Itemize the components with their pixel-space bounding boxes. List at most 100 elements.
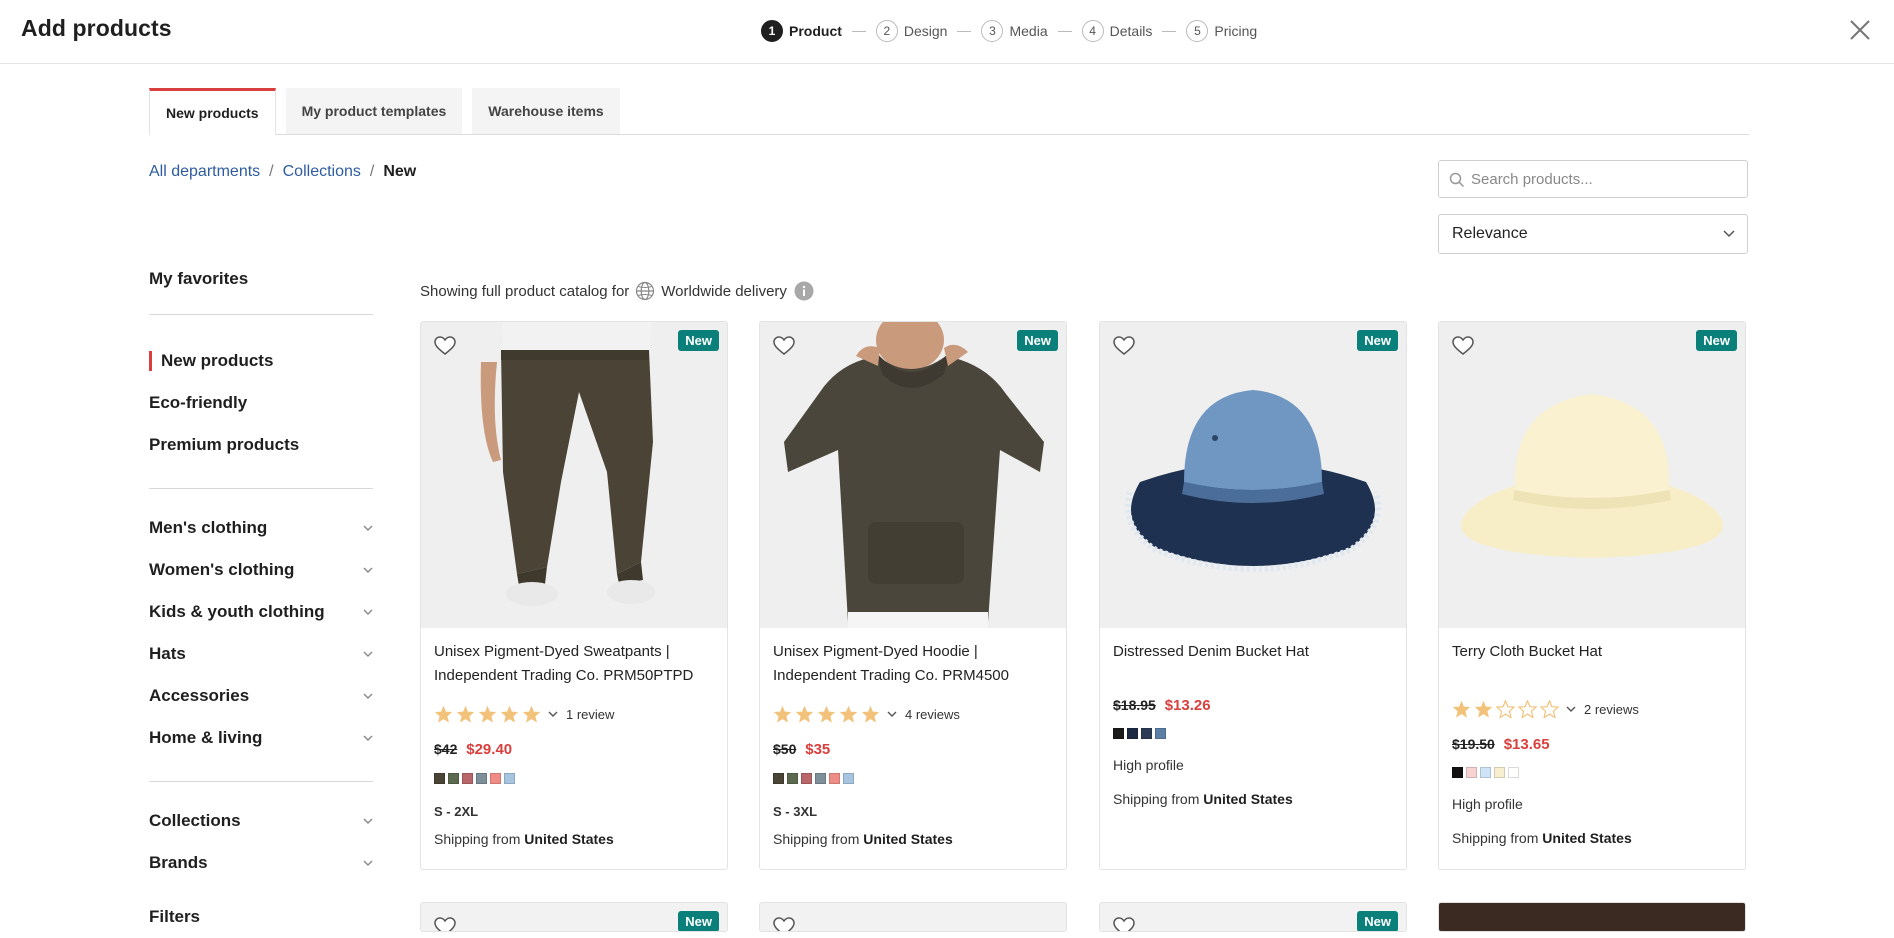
step-divider bbox=[1162, 30, 1177, 32]
sort-selected-value: Relevance bbox=[1452, 225, 1528, 242]
star-icon bbox=[522, 705, 541, 723]
product-image[interactable]: New bbox=[1439, 322, 1745, 628]
color-swatch[interactable] bbox=[448, 773, 459, 784]
sidebar-category-womens-clothing[interactable]: Women's clothing bbox=[149, 549, 373, 591]
product-card[interactable]: New Unisex Pigment-Dyed Sweatpants | Ind… bbox=[420, 321, 728, 870]
rating-stars[interactable]: 4 reviews bbox=[773, 705, 960, 723]
product-name[interactable]: Distressed Denim Bucket Hat bbox=[1113, 640, 1393, 664]
favorite-heart-icon[interactable] bbox=[1112, 334, 1136, 358]
close-button[interactable] bbox=[1846, 16, 1874, 44]
product-card[interactable]: New bbox=[1099, 902, 1407, 932]
size-range: S - 2XL bbox=[434, 804, 479, 819]
product-card[interactable]: New bbox=[420, 902, 728, 932]
favorite-heart-icon[interactable] bbox=[772, 915, 796, 932]
chevron-down-icon bbox=[363, 693, 373, 699]
color-swatch[interactable] bbox=[462, 773, 473, 784]
favorite-heart-icon[interactable] bbox=[433, 334, 457, 358]
color-swatch[interactable] bbox=[1480, 767, 1491, 778]
product-card[interactable]: New Terry Cloth Bucket Hat 2 reviews $19… bbox=[1438, 321, 1746, 870]
product-image[interactable]: New bbox=[421, 322, 727, 628]
rating-stars[interactable]: 2 reviews bbox=[1452, 700, 1639, 718]
tab-new-products[interactable]: New products bbox=[149, 88, 276, 135]
color-swatches bbox=[773, 773, 857, 784]
sidebar-category-kids-youth-clothing[interactable]: Kids & youth clothing bbox=[149, 591, 373, 633]
color-swatch[interactable] bbox=[1141, 728, 1152, 739]
star-icon bbox=[817, 705, 836, 723]
page-title: Add products bbox=[21, 15, 172, 41]
product-card[interactable]: New Distressed Denim Bucket Hat $18.95 $… bbox=[1099, 321, 1407, 870]
breadcrumb-collections[interactable]: Collections bbox=[283, 163, 361, 181]
sort-select[interactable]: Relevance bbox=[1438, 214, 1748, 254]
tab-my-product-templates[interactable]: My product templates bbox=[285, 88, 463, 134]
tab-warehouse-items[interactable]: Warehouse items bbox=[472, 88, 620, 134]
product-name[interactable]: Unisex Pigment-Dyed Hoodie | Independent… bbox=[773, 640, 1053, 688]
color-swatch[interactable] bbox=[815, 773, 826, 784]
sidebar-category-hats[interactable]: Hats bbox=[149, 633, 373, 675]
search-input[interactable] bbox=[1469, 161, 1739, 197]
rating-stars[interactable]: 1 review bbox=[434, 705, 614, 723]
category-label: Hats bbox=[149, 644, 186, 663]
product-card[interactable] bbox=[759, 902, 1067, 932]
profile-type: High profile bbox=[1113, 757, 1184, 773]
star-icon bbox=[456, 705, 475, 723]
color-swatch[interactable] bbox=[801, 773, 812, 784]
color-swatch[interactable] bbox=[1466, 767, 1477, 778]
color-swatch[interactable] bbox=[1155, 728, 1166, 739]
sidebar-item-premium-products[interactable]: Premium products bbox=[149, 424, 373, 466]
product-name[interactable]: Terry Cloth Bucket Hat bbox=[1452, 640, 1732, 664]
chevron-down-icon bbox=[363, 735, 373, 741]
shipping-prefix: Shipping from bbox=[434, 831, 521, 847]
color-swatches bbox=[434, 773, 518, 784]
step-product[interactable]: 1 Product bbox=[761, 20, 842, 42]
delivery-region[interactable]: Worldwide delivery bbox=[661, 283, 787, 300]
step-details[interactable]: 4 Details bbox=[1081, 20, 1152, 42]
step-number: 1 bbox=[761, 20, 783, 42]
sidebar-category-mens-clothing[interactable]: Men's clothing bbox=[149, 507, 373, 549]
color-swatch[interactable] bbox=[1127, 728, 1138, 739]
product-price: $50 $35 bbox=[773, 741, 830, 758]
product-image[interactable]: New bbox=[760, 322, 1066, 628]
category-label: Brands bbox=[149, 853, 208, 872]
sidebar-my-favorites[interactable]: My favorites bbox=[149, 264, 373, 294]
color-swatch[interactable] bbox=[843, 773, 854, 784]
breadcrumb-all-departments[interactable]: All departments bbox=[149, 163, 260, 181]
sidebar-divider bbox=[149, 781, 373, 782]
favorite-heart-icon[interactable] bbox=[433, 915, 457, 932]
color-swatches bbox=[1113, 728, 1169, 739]
color-swatch[interactable] bbox=[773, 773, 784, 784]
product-name[interactable]: Unisex Pigment-Dyed Sweatpants | Indepen… bbox=[434, 640, 714, 688]
color-swatch[interactable] bbox=[1113, 728, 1124, 739]
favorite-heart-icon[interactable] bbox=[1112, 915, 1136, 932]
sidebar-category-home-living[interactable]: Home & living bbox=[149, 717, 373, 759]
sale-price: $29.40 bbox=[466, 741, 513, 758]
category-label: Accessories bbox=[149, 686, 250, 705]
color-swatch[interactable] bbox=[434, 773, 445, 784]
color-swatch[interactable] bbox=[1452, 767, 1463, 778]
favorite-heart-icon[interactable] bbox=[1451, 334, 1475, 358]
color-swatch[interactable] bbox=[787, 773, 798, 784]
sidebar-filters[interactable]: Filters bbox=[149, 896, 373, 938]
product-card[interactable]: New Unisex Pigment-Dyed Hoodie | Indepen… bbox=[759, 321, 1067, 870]
sale-price: $13.26 bbox=[1164, 697, 1211, 714]
sidebar-category-accessories[interactable]: Accessories bbox=[149, 675, 373, 717]
product-card[interactable] bbox=[1438, 902, 1746, 932]
color-swatch[interactable] bbox=[1494, 767, 1505, 778]
sidebar-item-new-products[interactable]: New products bbox=[149, 340, 373, 382]
profile-type: High profile bbox=[1452, 796, 1523, 812]
color-swatch[interactable] bbox=[1508, 767, 1519, 778]
step-pricing[interactable]: 5 Pricing bbox=[1186, 20, 1257, 42]
info-icon[interactable] bbox=[794, 281, 814, 301]
color-swatch[interactable] bbox=[504, 773, 515, 784]
color-swatch[interactable] bbox=[829, 773, 840, 784]
favorite-heart-icon[interactable] bbox=[772, 334, 796, 358]
step-media[interactable]: 3 Media bbox=[981, 20, 1048, 42]
star-icon bbox=[1474, 700, 1493, 718]
color-swatch[interactable] bbox=[490, 773, 501, 784]
color-swatch[interactable] bbox=[476, 773, 487, 784]
star-icon bbox=[434, 705, 453, 723]
sidebar-collections[interactable]: Collections bbox=[149, 800, 373, 842]
step-design[interactable]: 2 Design bbox=[875, 20, 947, 42]
sidebar-item-eco-friendly[interactable]: Eco-friendly bbox=[149, 382, 373, 424]
sidebar-brands[interactable]: Brands bbox=[149, 842, 373, 884]
product-image[interactable]: New bbox=[1100, 322, 1406, 628]
